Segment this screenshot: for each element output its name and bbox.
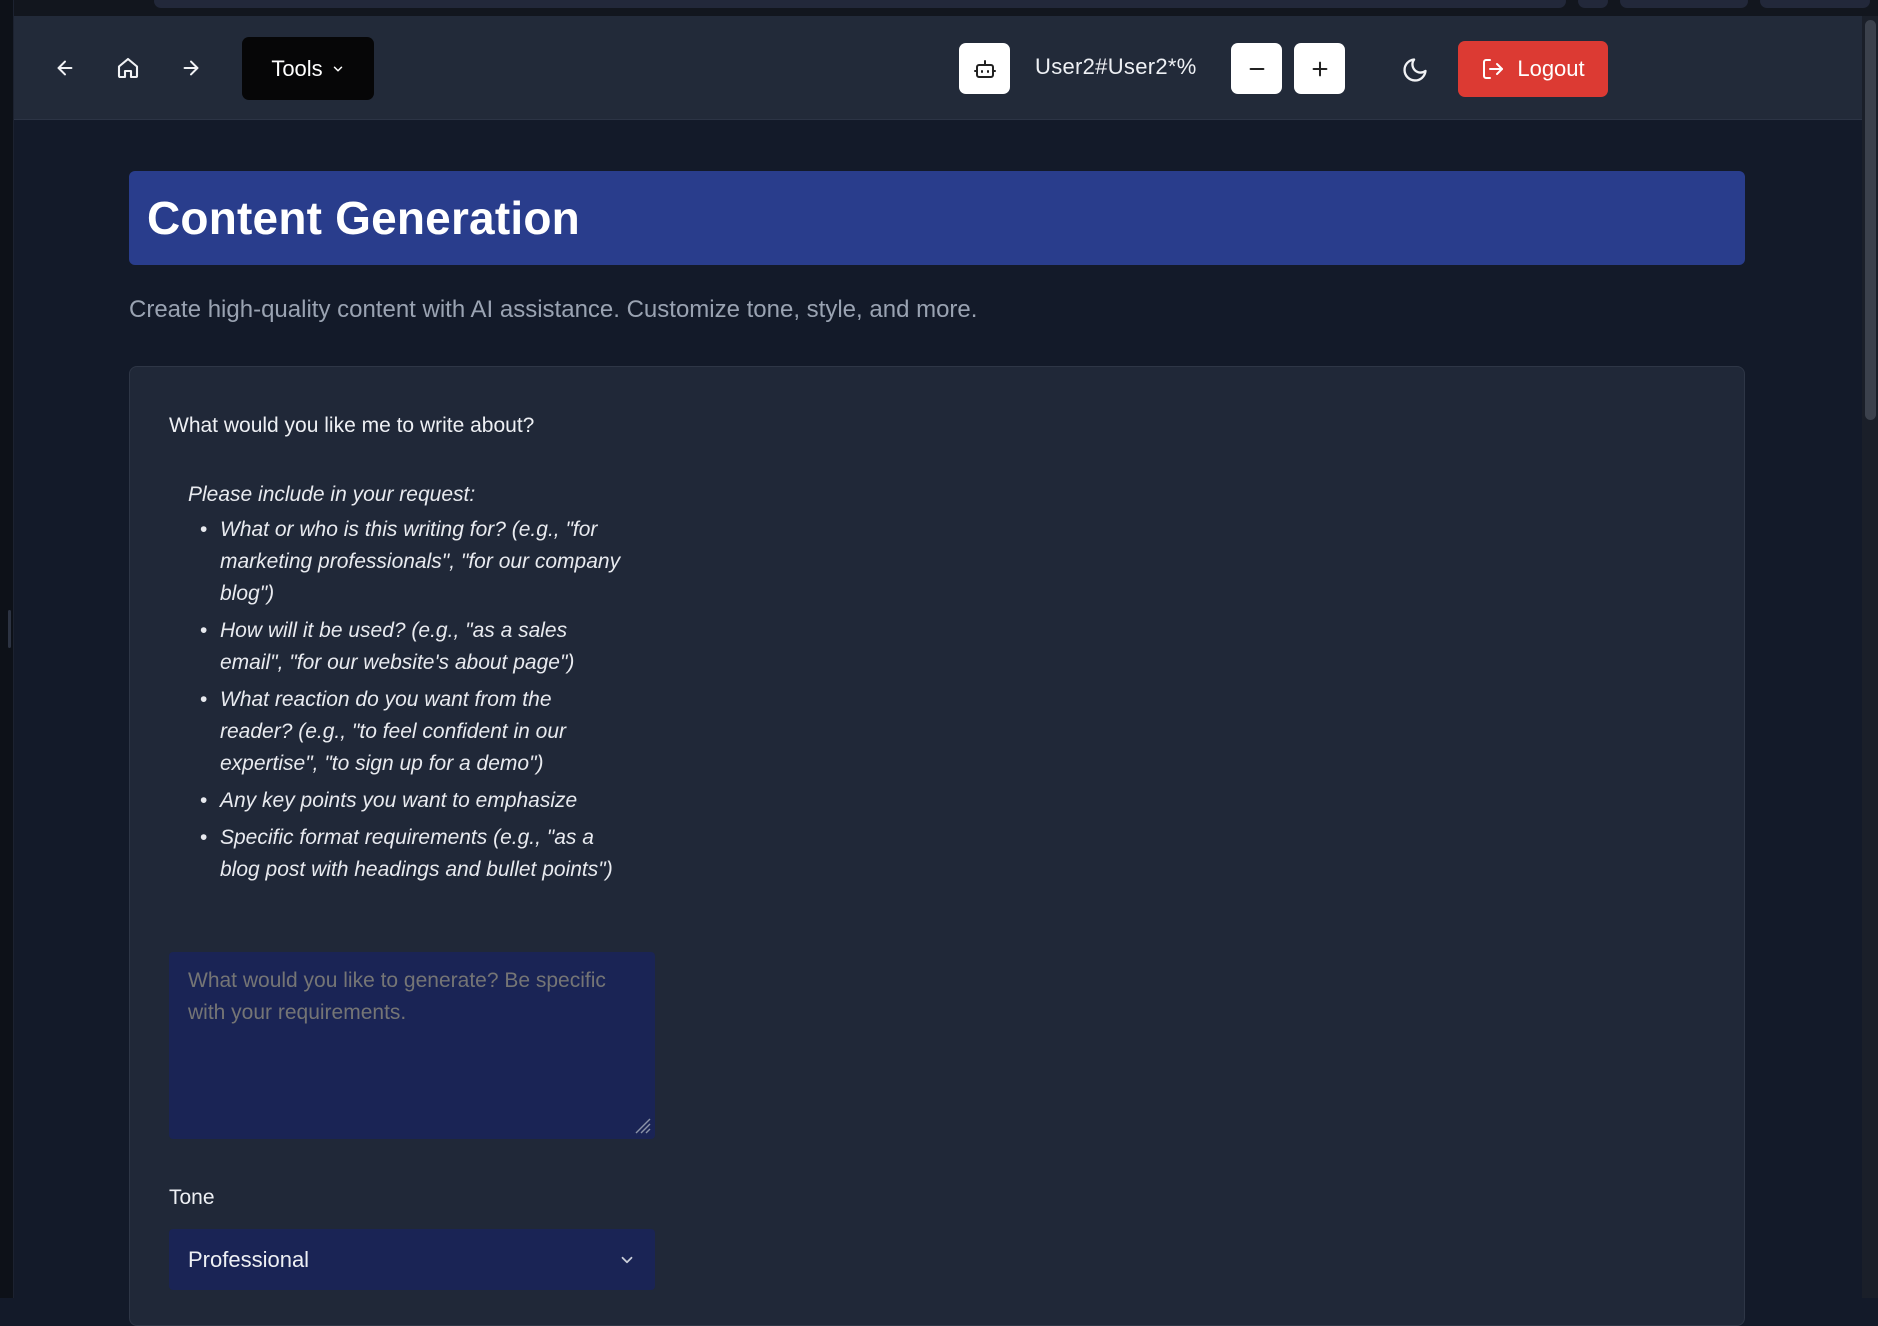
request-instructions: Please include in your request: What or …: [188, 479, 628, 891]
username-label: User2#User2*%: [1035, 54, 1197, 79]
chevron-down-icon: [621, 1256, 633, 1263]
logout-icon: [1483, 59, 1504, 79]
page-subtitle: Create high-quality content with AI assi…: [129, 296, 978, 323]
logout-button[interactable]: Logout: [1458, 41, 1608, 97]
instruction-item: What or who is this writing for? (e.g., …: [188, 514, 628, 610]
bot-icon: [973, 59, 996, 78]
window-left-edge: [0, 0, 14, 1298]
tone-selected-value: Professional: [188, 1246, 310, 1272]
chevron-down-icon: [333, 65, 342, 72]
instructions-list: What or who is this writing for? (e.g., …: [188, 514, 628, 886]
instruction-item: Specific format requirements (e.g., "as …: [188, 822, 628, 886]
tools-label: Tools: [271, 55, 323, 81]
tools-menu-button[interactable]: Tools: [242, 37, 374, 100]
back-button[interactable]: [45, 50, 85, 86]
zoom-in-button[interactable]: [1294, 43, 1345, 94]
address-bar[interactable]: [154, 0, 1566, 8]
zoom-out-button[interactable]: [1231, 43, 1282, 94]
page-header: Content Generation: [129, 171, 1745, 265]
instruction-item: Any key points you want to emphasize: [188, 785, 628, 817]
browser-button[interactable]: [1620, 0, 1748, 8]
instruction-item: How will it be used? (e.g., "as a sales …: [188, 615, 628, 679]
arrow-left-icon: [57, 60, 73, 76]
logout-label: Logout: [1517, 56, 1585, 81]
home-icon: [117, 57, 139, 79]
scrollbar-thumb[interactable]: [1865, 20, 1876, 420]
bot-button[interactable]: [959, 43, 1010, 94]
browser-button[interactable]: [1760, 0, 1870, 8]
minus-icon: [1249, 67, 1264, 70]
forward-button[interactable]: [171, 50, 211, 86]
tone-select[interactable]: Professional: [169, 1229, 655, 1290]
plus-icon: [1312, 61, 1327, 76]
instruction-item: What reaction do you want from the reade…: [188, 684, 628, 780]
resize-grip[interactable]: [8, 610, 11, 648]
arrow-right-icon: [183, 60, 199, 76]
prompt-textarea[interactable]: [169, 952, 655, 1139]
top-navigation: Tools User2#User2*% Logout: [14, 16, 1878, 120]
tone-label: Tone: [169, 1186, 215, 1209]
page-title: Content Generation: [147, 192, 580, 244]
generation-form-card: What would you like me to write about? P…: [129, 366, 1745, 1326]
moon-icon: [1403, 58, 1427, 82]
browser-button[interactable]: [1578, 0, 1608, 8]
textarea-resize-icon[interactable]: [630, 1113, 652, 1135]
instructions-heading: Please include in your request:: [188, 483, 476, 506]
theme-toggle-button[interactable]: [1395, 50, 1435, 90]
browser-chrome: [14, 0, 1878, 16]
prompt-label: What would you like me to write about?: [169, 414, 535, 437]
home-button[interactable]: [108, 50, 148, 86]
